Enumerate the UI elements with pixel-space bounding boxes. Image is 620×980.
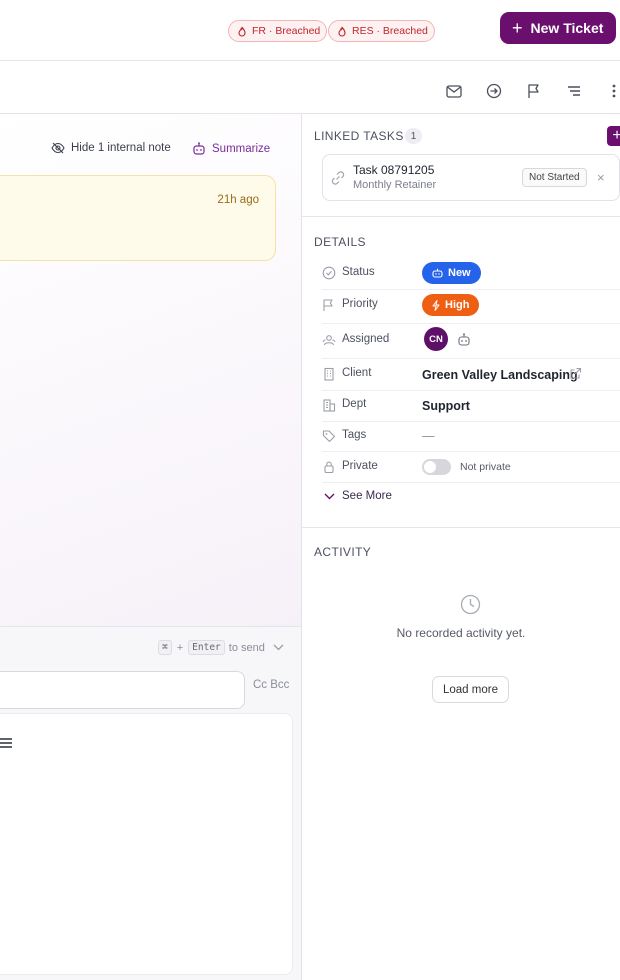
clock-icon xyxy=(460,594,481,615)
shortcut-plus: + xyxy=(176,641,184,654)
forward-icon[interactable] xyxy=(484,81,504,101)
internal-note-card: 21h ago xyxy=(0,175,276,261)
fire-icon xyxy=(338,26,346,36)
new-ticket-label: New Ticket xyxy=(530,20,604,36)
dept-label: Dept xyxy=(342,398,367,410)
summarize-label: Summarize xyxy=(212,142,271,155)
details-title: DETAILS xyxy=(314,235,366,249)
hide-note-label: Hide 1 internal note xyxy=(71,142,171,154)
row-divider xyxy=(322,482,620,483)
filter-lines-icon[interactable] xyxy=(564,81,584,101)
users-icon xyxy=(322,335,336,346)
fr-breached-badge[interactable]: FR · Breached xyxy=(228,20,328,42)
row-divider xyxy=(322,358,620,359)
robot-icon xyxy=(193,142,205,155)
lock-icon xyxy=(324,461,334,474)
message-editor[interactable] xyxy=(0,713,293,975)
new-ticket-button[interactable]: + New Ticket xyxy=(500,12,616,44)
see-more-label: See More xyxy=(342,490,392,502)
res-breached-badge[interactable]: RES · Breached xyxy=(328,20,435,42)
section-divider xyxy=(302,216,620,217)
task-title: Task 08791205 xyxy=(353,163,435,177)
activity-title: ACTIVITY xyxy=(314,545,372,559)
flag-icon[interactable] xyxy=(524,81,544,101)
row-divider xyxy=(322,289,620,290)
badge-label: RES · Breached xyxy=(352,25,428,37)
office-building-icon xyxy=(323,399,336,412)
plus-icon: + xyxy=(512,18,523,38)
tags-value[interactable]: — xyxy=(422,429,435,443)
assignee-avatar[interactable]: CN xyxy=(424,327,448,351)
recipient-input[interactable] xyxy=(0,671,245,709)
tag-icon xyxy=(322,430,336,443)
fire-icon xyxy=(238,26,246,36)
badge-label: FR · Breached xyxy=(252,25,321,37)
row-divider xyxy=(322,390,620,391)
more-vertical-icon[interactable] xyxy=(604,81,620,101)
link-icon xyxy=(331,171,345,185)
priority-badge[interactable]: High xyxy=(422,294,480,316)
email-icon[interactable] xyxy=(444,81,464,101)
add-linked-task-button[interactable]: + xyxy=(607,126,620,146)
load-more-button[interactable]: Load more xyxy=(432,676,509,703)
flag-icon xyxy=(323,299,333,311)
summarize-button[interactable]: Summarize xyxy=(192,142,270,155)
chevron-down-icon[interactable] xyxy=(273,644,284,651)
row-divider xyxy=(322,451,620,452)
eye-off-icon xyxy=(51,142,65,154)
client-label: Client xyxy=(342,367,372,379)
list-format-icon[interactable] xyxy=(0,737,13,752)
priority-value: High xyxy=(445,299,470,311)
task-subtitle: Monthly Retainer xyxy=(353,179,437,191)
robot-icon xyxy=(432,268,443,278)
section-divider xyxy=(302,527,620,528)
send-shortcut-hint: ⌘ + Enter to send xyxy=(158,640,284,655)
chevron-down-icon xyxy=(324,493,335,499)
enter-key: Enter xyxy=(188,640,225,655)
linked-tasks-count: 1 xyxy=(405,128,422,144)
external-link-icon[interactable] xyxy=(569,367,582,380)
robot-icon[interactable] xyxy=(457,333,471,346)
check-circle-icon xyxy=(322,266,336,280)
dept-value[interactable]: Support xyxy=(422,399,470,413)
private-label: Private xyxy=(342,460,378,472)
see-more-button[interactable]: See More xyxy=(324,490,392,502)
row-divider xyxy=(322,421,620,422)
linked-tasks-title: LINKED TASKS xyxy=(314,129,404,143)
empty-activity-text: No recorded activity yet. xyxy=(396,626,526,640)
row-divider xyxy=(322,323,620,324)
send-hint-text: to send xyxy=(228,641,265,654)
status-badge[interactable]: New xyxy=(422,262,481,284)
private-toggle[interactable] xyxy=(422,459,451,475)
status-value: New xyxy=(448,267,471,279)
task-status-badge[interactable]: Not Started xyxy=(522,168,587,187)
note-timestamp: 21h ago xyxy=(217,194,259,206)
lightning-icon xyxy=(432,299,440,311)
tags-label: Tags xyxy=(342,429,367,441)
assigned-label: Assigned xyxy=(342,333,390,345)
cc-bcc-toggle[interactable]: Cc Bcc xyxy=(253,679,289,691)
priority-label: Priority xyxy=(342,298,378,310)
remove-task-icon[interactable]: × xyxy=(597,170,605,185)
client-value[interactable]: Green Valley Landscaping xyxy=(422,368,578,382)
command-key: ⌘ xyxy=(158,640,172,655)
private-value: Not private xyxy=(460,461,511,473)
hide-internal-note-button[interactable]: Hide 1 internal note xyxy=(51,142,171,154)
status-label: Status xyxy=(342,266,375,278)
building-icon xyxy=(324,367,334,381)
